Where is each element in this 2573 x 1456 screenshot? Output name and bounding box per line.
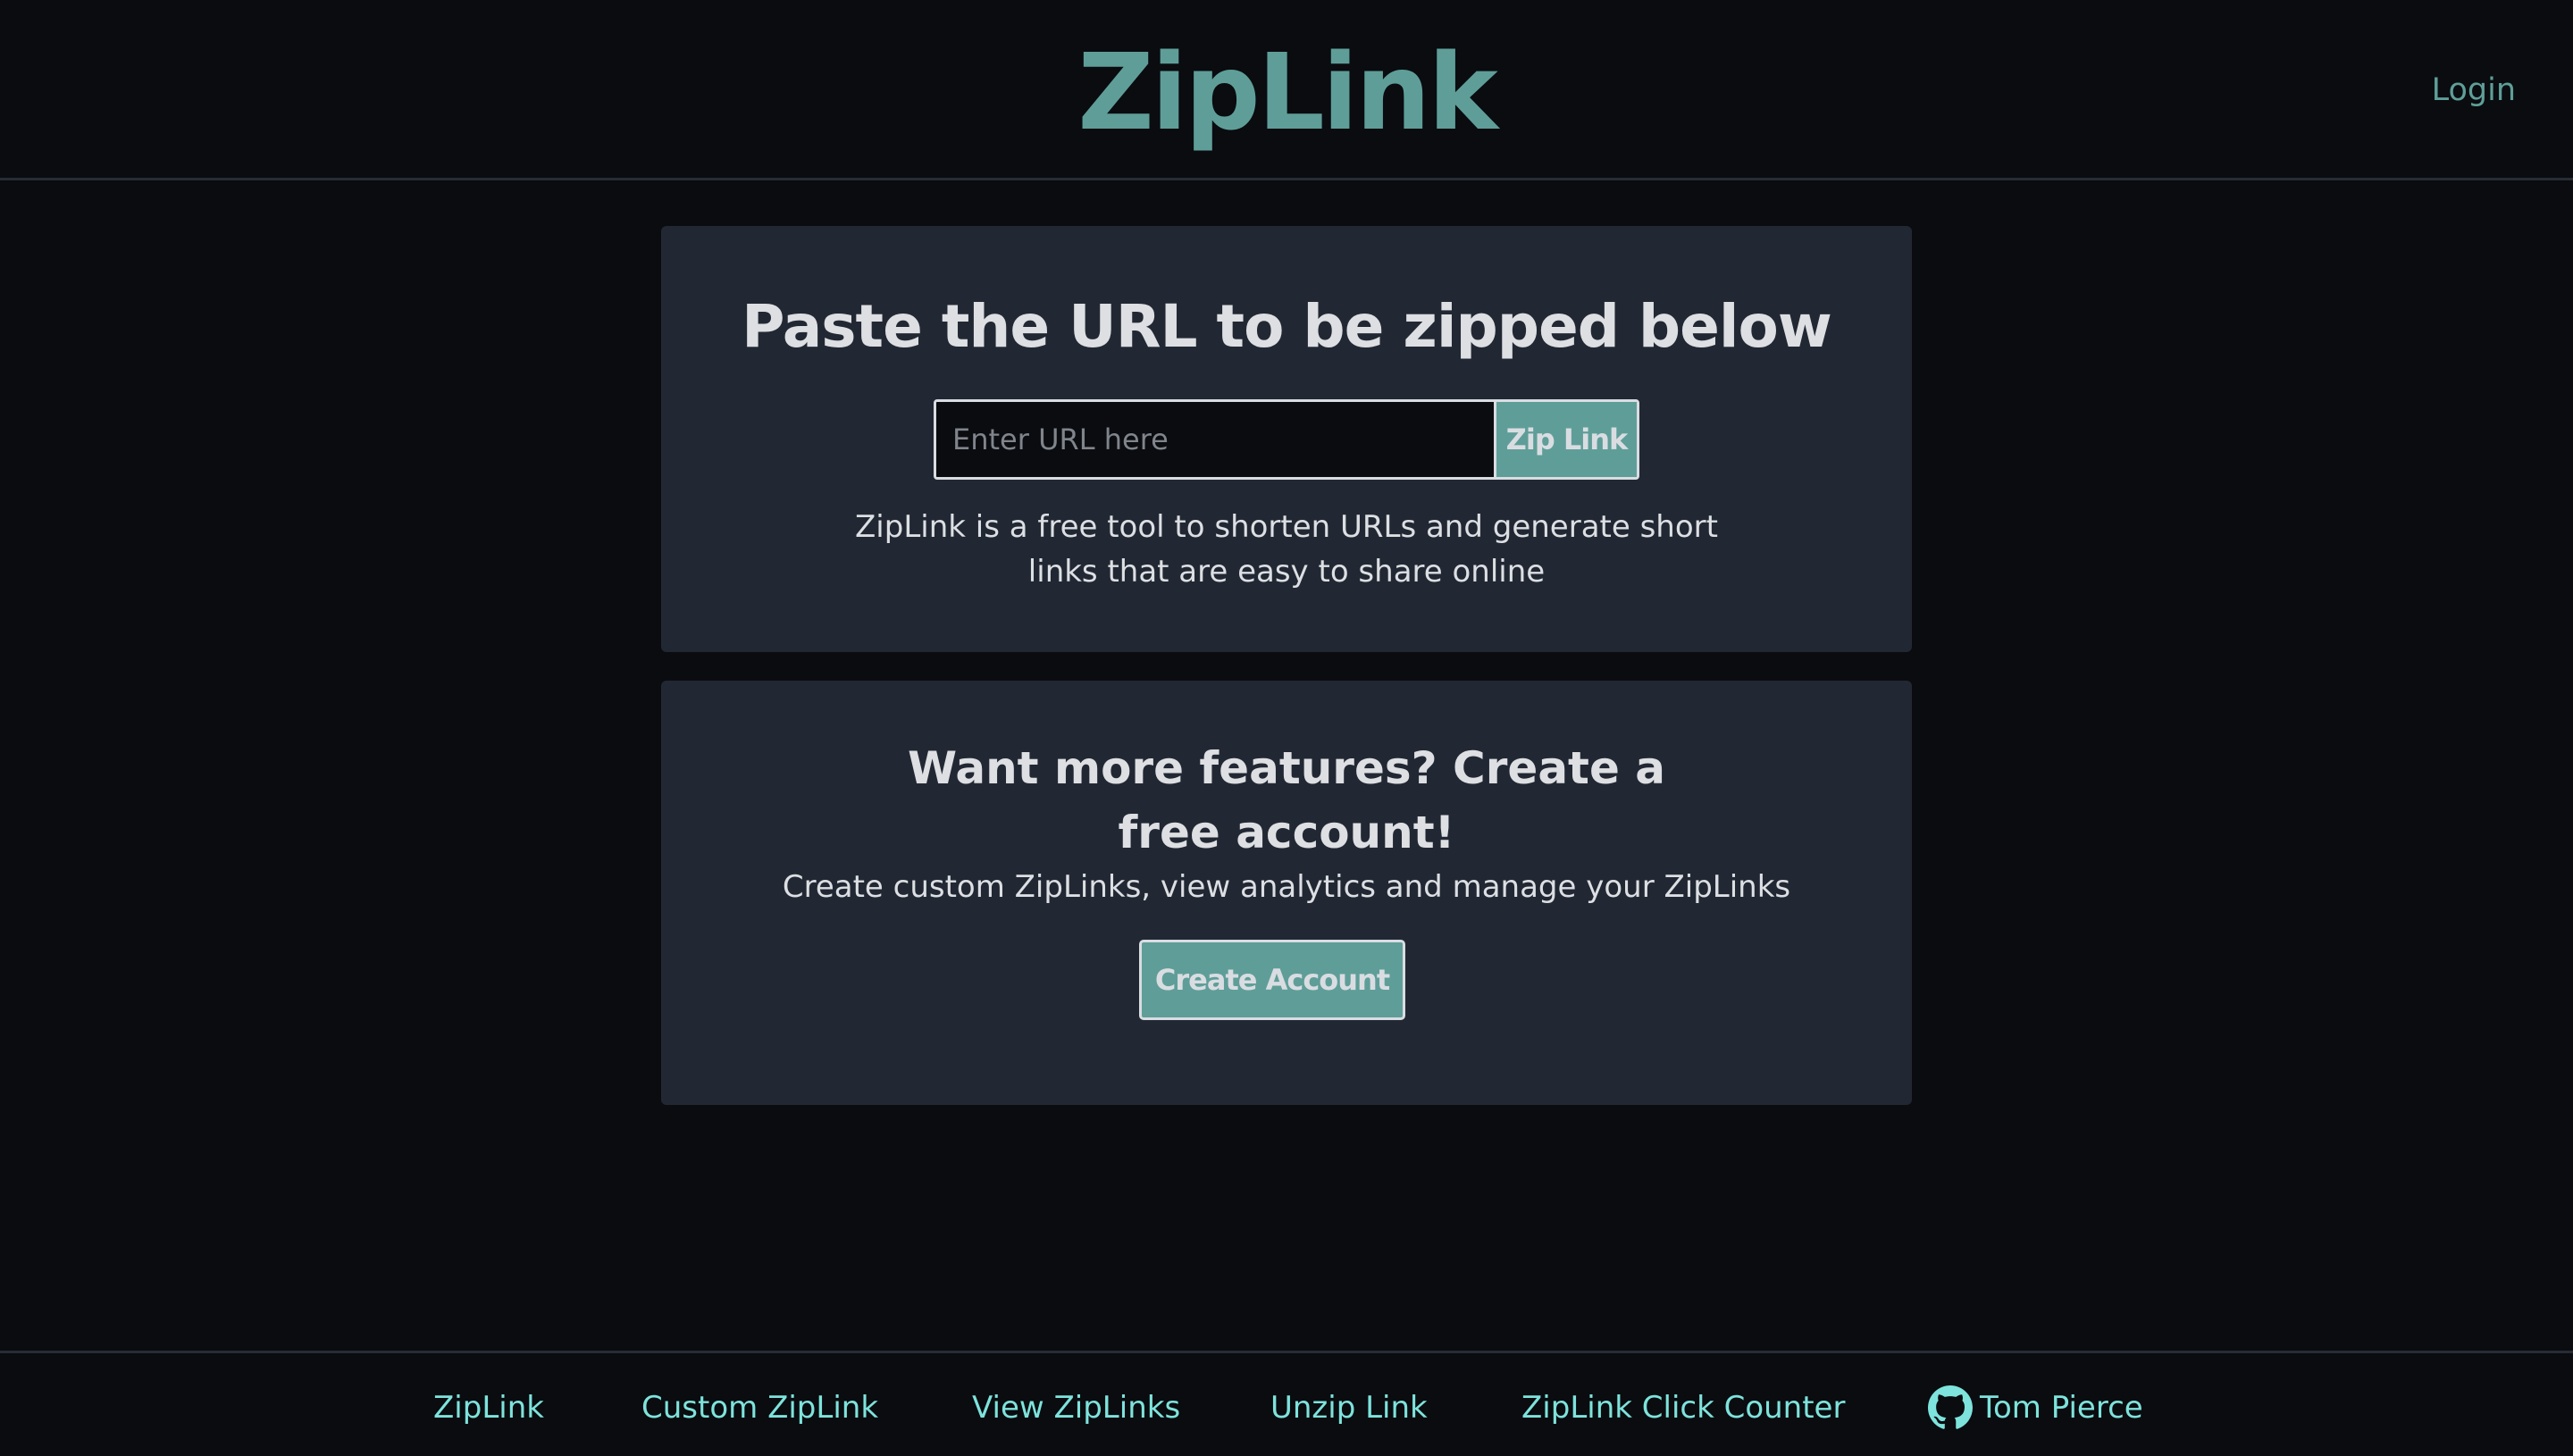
- footer-link-unzip-link[interactable]: Unzip Link: [1270, 1385, 1428, 1430]
- footer-link-custom-ziplink[interactable]: Custom ZipLink: [641, 1385, 878, 1430]
- footer-link-github-label: Tom Pierce: [1980, 1390, 2143, 1426]
- site-footer: ZipLink Custom ZipLink View ZipLinks Unz…: [0, 1351, 2573, 1456]
- url-form: Zip Link: [934, 399, 1639, 480]
- login-link[interactable]: Login: [2432, 68, 2516, 113]
- zip-link-button[interactable]: Zip Link: [1494, 402, 1637, 477]
- url-input[interactable]: [936, 402, 1494, 477]
- footer-link-ziplink[interactable]: ZipLink: [433, 1385, 544, 1430]
- hero-description: ZipLink is a free tool to shorten URLs a…: [855, 509, 1718, 590]
- github-icon: [1928, 1385, 1973, 1430]
- url-shortener-card: Paste the URL to be zipped below Zip Lin…: [661, 226, 1912, 652]
- footer-link-view-ziplinks[interactable]: View ZipLinks: [972, 1385, 1180, 1430]
- hero-title: Paste the URL to be zipped below: [742, 292, 1832, 361]
- site-header: ZipLink Login: [0, 0, 2573, 180]
- footer-link-github[interactable]: Tom Pierce: [1928, 1385, 2143, 1430]
- page: ZipLink Login Paste the URL to be zipped…: [0, 0, 2573, 1456]
- footer-link-click-counter[interactable]: ZipLink Click Counter: [1521, 1385, 1845, 1430]
- signup-card: Want more features? Create a free accoun…: [661, 681, 1912, 1105]
- create-account-button[interactable]: Create Account: [1139, 940, 1405, 1020]
- site-logo[interactable]: ZipLink: [0, 25, 2573, 159]
- signup-description: Create custom ZipLinks, view analytics a…: [782, 869, 1791, 905]
- signup-title: Want more features? Create a free accoun…: [907, 742, 1666, 858]
